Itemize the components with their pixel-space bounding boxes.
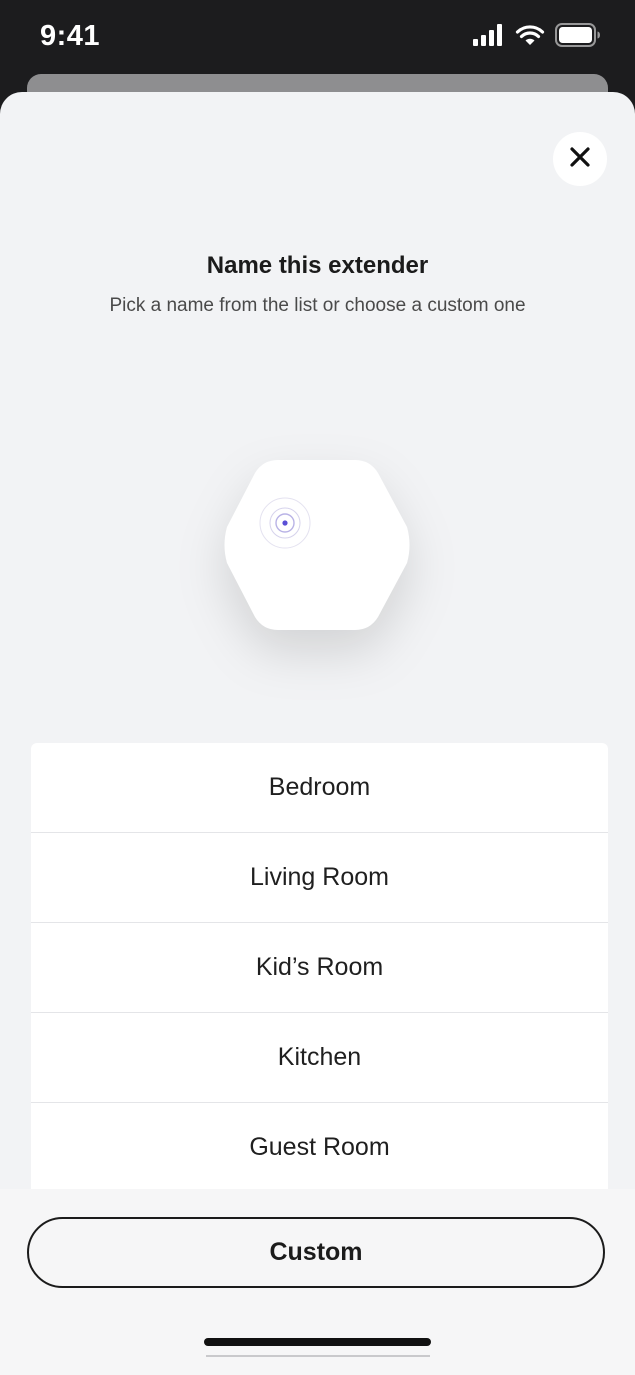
footer: Custom [0,1189,635,1375]
name-options-list: Bedroom Living Room Kid’s Room Kitchen G… [31,743,608,1192]
home-indicator [204,1338,431,1346]
cellular-signal-icon [473,23,505,51]
list-item[interactable]: Bedroom [31,743,608,833]
divider [206,1355,430,1357]
wifi-icon [515,24,545,51]
custom-name-button[interactable]: Custom [27,1217,605,1288]
status-icons [473,22,601,52]
list-item[interactable]: Kitchen [31,1013,608,1103]
close-icon [569,146,591,173]
extender-device-icon [220,455,415,635]
close-button[interactable] [553,132,607,186]
list-item[interactable]: Living Room [31,833,608,923]
list-item[interactable]: Kid’s Room [31,923,608,1013]
list-item[interactable]: Guest Room [31,1103,608,1192]
status-time: 9:41 [40,20,101,52]
page-subtitle: Pick a name from the list or choose a cu… [109,295,526,316]
battery-icon [555,22,601,52]
name-extender-sheet: Name this extender Pick a name from the … [0,92,635,1375]
status-bar: 9:41 [0,0,635,75]
page-title: Name this extender [206,252,429,279]
